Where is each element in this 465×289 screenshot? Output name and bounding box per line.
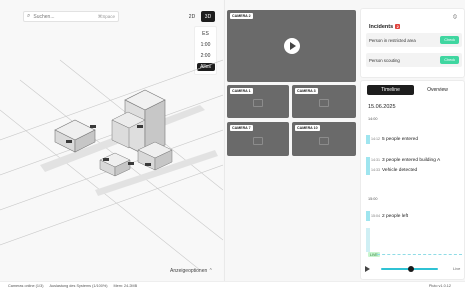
event-time: 15:04 bbox=[371, 214, 380, 218]
timeline-event[interactable]: 14:31 3 people entered building A bbox=[371, 158, 440, 163]
event-marker bbox=[366, 135, 370, 144]
image-placeholder-icon bbox=[319, 99, 329, 108]
building-small bbox=[99, 152, 131, 177]
time-range-selector: ES 1:00 2:00 Alles bbox=[194, 26, 217, 75]
timeline-hour: 14:00 bbox=[368, 117, 378, 121]
toggle-3d-button[interactable]: 3D bbox=[201, 11, 215, 22]
camera-feed-10[interactable]: CAMERA 10 bbox=[292, 122, 356, 156]
image-placeholder-icon bbox=[319, 136, 329, 145]
timeline-panel bbox=[360, 80, 465, 280]
time-option-2h[interactable]: 2:00 bbox=[197, 52, 215, 60]
camera-label: CAMERA 10 bbox=[295, 125, 320, 131]
status-version: Pluto v1.0.12 bbox=[428, 283, 451, 288]
timeline-date: 15.06.2025 bbox=[368, 104, 396, 110]
building-left bbox=[54, 119, 96, 153]
search-input[interactable]: ⌕ Suchen... ⌘Space bbox=[23, 11, 119, 22]
event-marker bbox=[366, 211, 370, 221]
camera-feed-7[interactable]: CAMERA 7 bbox=[227, 122, 289, 156]
camera-markers bbox=[66, 125, 151, 166]
camera-feed-3[interactable]: CAMERA 3 bbox=[292, 85, 356, 118]
live-line bbox=[377, 254, 462, 255]
timeline-event[interactable]: 14:33 Vehicle detected bbox=[371, 168, 417, 173]
event-text: 3 people entered building A bbox=[382, 158, 441, 163]
event-text: 5 people entered bbox=[382, 137, 419, 142]
check-button[interactable]: Check bbox=[440, 56, 459, 64]
incidents-title-text: Incidents bbox=[369, 24, 394, 30]
incident-label: Person scouting bbox=[369, 57, 400, 63]
time-option-es[interactable]: ES bbox=[197, 30, 215, 38]
incident-item[interactable]: Person in restricted area Check bbox=[366, 33, 462, 47]
playback-slider-handle[interactable] bbox=[408, 266, 414, 272]
incident-item[interactable]: Person scouting Check bbox=[366, 53, 462, 67]
toggle-2d-button[interactable]: 2D bbox=[185, 11, 199, 22]
event-marker bbox=[366, 228, 370, 252]
road bbox=[40, 105, 218, 196]
live-button[interactable]: Live bbox=[453, 266, 460, 271]
tab-overview[interactable]: Overview bbox=[414, 85, 461, 95]
search-placeholder: Suchen... bbox=[33, 13, 55, 20]
search-icon: ⌕ bbox=[27, 13, 31, 19]
timeline-event[interactable]: 14:12 5 people entered bbox=[371, 137, 418, 142]
building-right bbox=[137, 141, 173, 171]
time-option-all[interactable]: Alles bbox=[196, 62, 215, 71]
view-toggle: 2D 3D bbox=[185, 11, 215, 22]
app: ⌕ Suchen... ⌘Space 2D 3D ES 1:00 2:00 Al… bbox=[0, 0, 465, 289]
status-bar: Cameras online (1/3) Auslastung des Syst… bbox=[0, 281, 465, 289]
camera-label: CAMERA 1 bbox=[230, 88, 253, 94]
status-load: Auslastung des Systems (1/100%) bbox=[49, 283, 108, 288]
map-3d-scene[interactable] bbox=[0, 0, 223, 281]
camera-feed-1[interactable]: CAMERA 1 bbox=[227, 85, 289, 118]
map-grid bbox=[0, 59, 223, 271]
playback-controls: Live bbox=[362, 263, 462, 275]
image-placeholder-icon bbox=[253, 136, 263, 145]
map-view[interactable]: ⌕ Suchen... ⌘Space 2D 3D ES 1:00 2:00 Al… bbox=[0, 0, 223, 281]
event-text: Vehicle detected bbox=[382, 168, 418, 173]
display-options-button[interactable]: Anzeigeoptionen ⌃ bbox=[170, 268, 213, 274]
check-button[interactable]: Check bbox=[440, 36, 459, 44]
camera-main-feed[interactable]: CAMERA 2 bbox=[227, 10, 356, 82]
time-option-1h[interactable]: 1:00 bbox=[197, 41, 215, 49]
timeline-event[interactable]: 15:04 2 people left bbox=[371, 214, 408, 219]
search-shortcut: ⌘Space bbox=[97, 13, 115, 19]
play-icon[interactable] bbox=[283, 38, 300, 54]
play-icon[interactable] bbox=[365, 266, 370, 272]
building-tower bbox=[111, 89, 166, 156]
status-memory: Mem: 24.2MB bbox=[113, 283, 138, 288]
incidents-count-badge: 2 bbox=[395, 24, 401, 30]
tab-timeline[interactable]: Timeline bbox=[367, 85, 414, 95]
incidents-title: Incidents 2 bbox=[369, 24, 401, 30]
camera-label: CAMERA 3 bbox=[295, 88, 318, 94]
event-time: 14:33 bbox=[371, 168, 380, 172]
status-cameras: Cameras online (1/3) bbox=[8, 283, 44, 288]
camera-label: CAMERA 2 bbox=[230, 13, 253, 19]
event-marker bbox=[366, 157, 370, 175]
camera-label: CAMERA 7 bbox=[230, 125, 253, 131]
mute-icon[interactable]: ⦸ bbox=[453, 14, 457, 21]
panel-divider bbox=[224, 0, 225, 281]
image-placeholder-icon bbox=[253, 99, 263, 108]
event-text: 2 people left bbox=[382, 214, 409, 219]
timeline-hour: 15:00 bbox=[368, 197, 378, 201]
timeline-tabs: Timeline Overview bbox=[367, 85, 461, 95]
event-time: 14:31 bbox=[371, 158, 380, 162]
incident-label: Person in restricted area bbox=[369, 37, 416, 43]
event-time: 14:12 bbox=[371, 137, 380, 141]
